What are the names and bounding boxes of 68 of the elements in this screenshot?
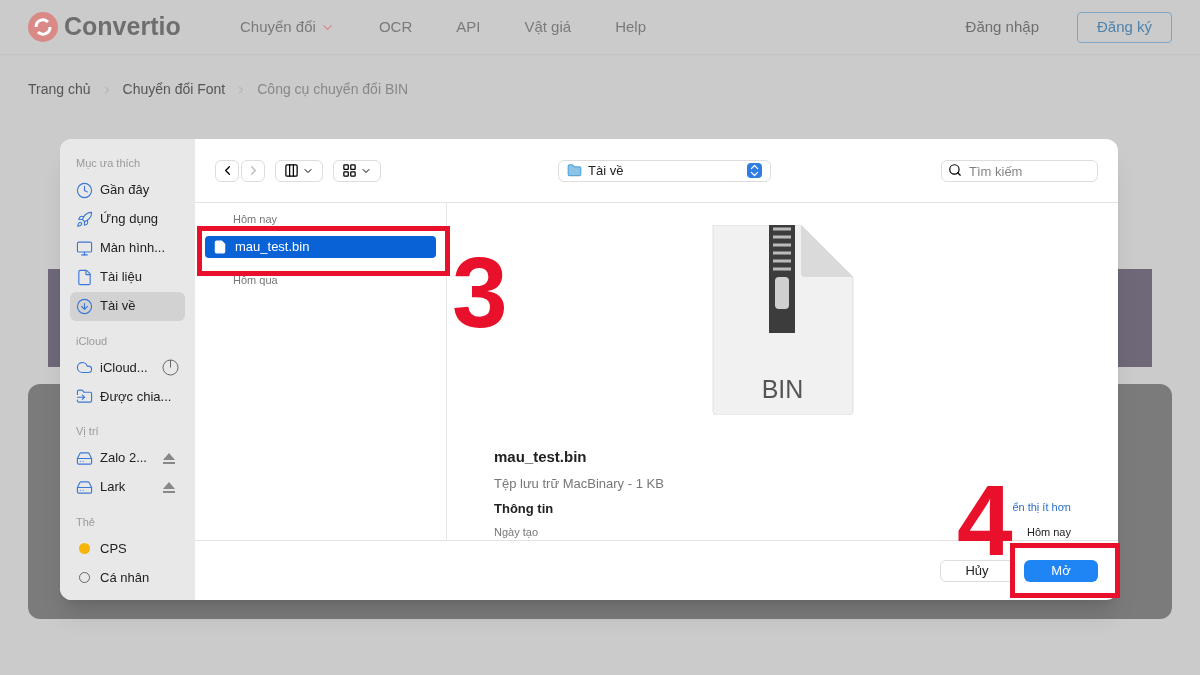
sidebar-heading: Thẻ (75, 514, 96, 530)
sidebar-item[interactable]: Tài về (70, 291, 185, 321)
eject-icon[interactable] (163, 452, 175, 464)
preview-subtitle: Tệp lưu trữ MacBinary - 1 KB (494, 474, 665, 493)
eject-icon[interactable] (163, 481, 175, 493)
progress-icon (162, 359, 179, 376)
breadcrumb-link[interactable]: Trang chủ (28, 79, 91, 100)
file-row[interactable]: mau_test.bin (205, 235, 436, 258)
sidebar-item[interactable]: CPS (70, 534, 185, 563)
sidebar-item[interactable]: Được chia... (70, 382, 185, 411)
sidebar-label: Tài liệu (100, 268, 142, 287)
view-button[interactable] (275, 159, 323, 182)
group-heading: Hôm nay (232, 212, 279, 227)
sidebar-item[interactable]: Lark (70, 472, 185, 502)
sidebar-item[interactable]: Tài liệu (70, 262, 185, 292)
drive-icon (76, 478, 93, 496)
step-number: 3 (452, 255, 508, 329)
show-less-link[interactable]: ển thị ít hơn (1012, 499, 1071, 519)
sidebar-item[interactable]: Zalo 2... (70, 443, 185, 473)
sidebar-item[interactable]: Ứng dụng (70, 204, 185, 234)
sidebar-label: iCloud... (100, 358, 148, 377)
logo-icon (28, 12, 58, 42)
sidebar-heading: Vị trí (75, 424, 100, 439)
sidebar-label: CPS (100, 539, 127, 558)
document-icon (76, 268, 93, 286)
info-label: Ngày tạo (494, 524, 539, 540)
sidebar-item[interactable]: iCloud... (70, 353, 185, 382)
sidebar-item[interactable]: Gần đây (70, 175, 185, 205)
sidebar-label: Tài về (100, 297, 136, 316)
breadcrumb-link[interactable]: Chuyển đổi Font (122, 79, 226, 100)
file-icon (213, 239, 227, 254)
sidebar-heading: iCloud (75, 333, 109, 349)
search-icon (948, 162, 962, 177)
cloud-icon (76, 359, 93, 376)
location-dropdown[interactable]: Tài về (558, 159, 771, 182)
download-icon (76, 297, 93, 315)
sidebar-item[interactable]: Màn hình... (70, 233, 185, 263)
login-link[interactable]: Đăng nhập (965, 15, 1039, 39)
sidebar-label: Zalo 2... (100, 449, 147, 468)
info-value: Hôm nay (1026, 524, 1071, 540)
sidebar-item[interactable]: Cá nhân (70, 563, 185, 592)
sidebar-label: Cá nhân (100, 568, 150, 587)
sidebar-label: Được chia... (100, 387, 172, 406)
open-button[interactable]: Mở (1024, 559, 1098, 582)
drive-icon (76, 449, 93, 467)
sidebar-label: Gần đây (100, 181, 150, 200)
columns-icon (284, 163, 299, 178)
preview-filename: mau_test.bin (494, 447, 588, 467)
grid-icon (342, 163, 357, 178)
stepper-icon (747, 163, 762, 178)
back-button[interactable] (215, 159, 239, 182)
group-heading: Hôm qua (232, 272, 279, 288)
folder-icon (567, 163, 582, 178)
logo-text[interactable]: Convertio (64, 8, 181, 46)
apps-icon (76, 210, 93, 228)
shared-folder-icon (76, 388, 93, 405)
info-heading: Thông tin (494, 500, 554, 518)
sidebar-label: Màn hình... (100, 239, 166, 258)
file-type-label: BIN (760, 374, 805, 405)
sidebar-label: Lark (100, 478, 126, 497)
clock-icon (76, 181, 93, 199)
monitor-icon (76, 239, 93, 257)
sidebar-heading: Mục ưa thích (75, 156, 142, 171)
step-number: 4 (957, 483, 1013, 557)
search-field[interactable]: Tìm kiếm (941, 160, 1098, 182)
sidebar-label: Ứng dụng (100, 210, 159, 229)
archive-file-icon (710, 225, 855, 415)
group-button[interactable] (333, 159, 381, 182)
